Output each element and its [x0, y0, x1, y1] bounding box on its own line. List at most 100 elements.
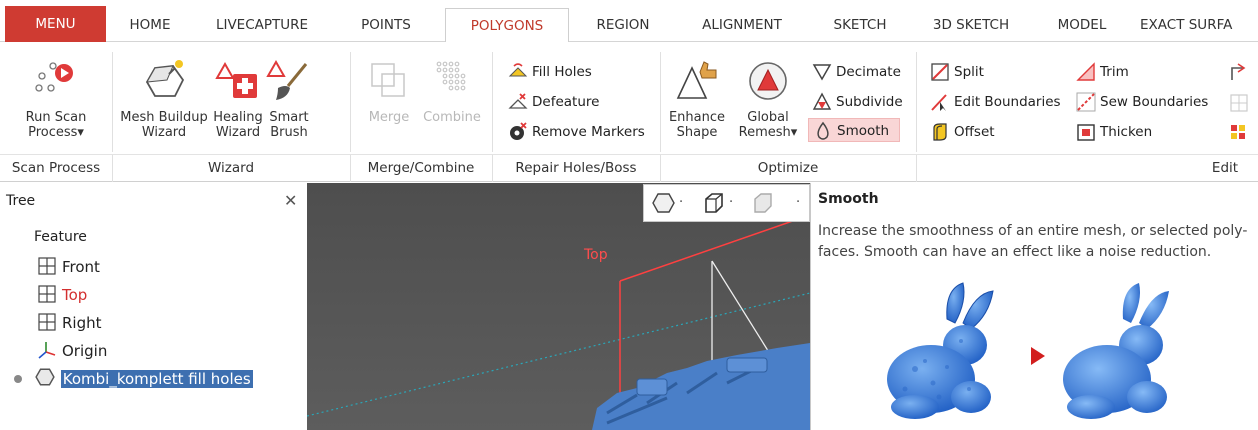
smooth-bunny-image [1063, 283, 1169, 419]
cube-view-icon[interactable] [702, 192, 726, 214]
combine-icon [436, 61, 466, 91]
decimate-label: Decimate [836, 64, 901, 80]
fill-holes-button[interactable]: Fill Holes [504, 60, 592, 84]
offset-icon [933, 123, 947, 141]
group-label-edit: Edit [1211, 160, 1239, 176]
sew-boundaries-label: Sew Boundaries [1100, 94, 1209, 110]
thicken-label: Thicken [1100, 124, 1153, 140]
merge-icon [371, 63, 405, 97]
fill-holes-label: Fill Holes [532, 64, 592, 80]
global-remesh-icon [749, 62, 787, 100]
combine-label: Combine [423, 110, 481, 125]
plane-icon [38, 313, 56, 331]
smart-brush-button[interactable]: Smart Brush [266, 52, 312, 140]
tooltip-description: Increase the smoothness of an entire mes… [818, 223, 1248, 260]
visibility-dot-icon[interactable] [14, 375, 22, 383]
tree-item-origin[interactable]: Origin [38, 339, 107, 363]
subdivide-label: Subdivide [836, 94, 903, 110]
global-remesh-button[interactable]: Global Remesh▾ [730, 52, 806, 140]
tree-item-top[interactable]: Top [38, 283, 87, 307]
enhance-shape-icon [676, 61, 717, 99]
plane-icon [38, 257, 56, 275]
merge-button[interactable]: Merge [356, 52, 422, 125]
tab-menu[interactable]: MENU [5, 6, 106, 42]
offset-button[interactable]: Offset [926, 120, 995, 144]
group-label-scan-process: Scan Process [11, 160, 101, 176]
smart-brush-label-2: Brush [270, 125, 308, 140]
sew-boundaries-icon [1076, 92, 1096, 112]
edit-boundaries-icon [931, 94, 947, 111]
tab-home[interactable]: HOME [122, 8, 178, 42]
healing-wizard-button[interactable]: Healing Wizard [210, 52, 266, 140]
subdivide-button[interactable]: Subdivide [808, 90, 903, 114]
tab-exact-surface[interactable]: EXACT SURFA [1140, 8, 1258, 42]
edit-extra-icon-1[interactable] [1228, 62, 1250, 84]
origin-axes-icon [38, 342, 56, 359]
tab-livecapture[interactable]: LIVECAPTURE [207, 8, 317, 42]
ribbon-group-labels: Scan Process Wizard Merge/Combine Repair… [0, 154, 1258, 182]
tab-polygons[interactable]: POLYGONS [445, 8, 569, 43]
split-button[interactable]: Split [926, 60, 984, 84]
group-label-optimize: Optimize [757, 160, 819, 176]
trim-icon [1076, 62, 1095, 81]
mesh-buildup-wizard-button[interactable]: Mesh Buildup Wizard [118, 52, 210, 140]
tab-region[interactable]: REGION [584, 8, 662, 42]
remove-markers-button[interactable]: Remove Markers [504, 120, 645, 144]
tree-item-right[interactable]: Right [38, 311, 102, 335]
tree-item-front[interactable]: Front [38, 255, 100, 279]
edit-extra-icon-2[interactable] [1228, 92, 1250, 114]
sew-boundaries-button[interactable]: Sew Boundaries [1072, 90, 1208, 114]
mesh-view-icon[interactable] [652, 192, 676, 214]
tree-title: Tree [6, 193, 36, 209]
tab-sketch[interactable]: SKETCH [820, 8, 900, 42]
divider [916, 52, 917, 152]
decimate-button[interactable]: Decimate [808, 60, 901, 84]
shaded-view-icon[interactable] [751, 192, 775, 214]
dropdown-dot-icon[interactable]: . [729, 191, 733, 206]
smooth-icon [817, 121, 829, 140]
defeature-button[interactable]: Defeature [504, 90, 599, 114]
dropdown-dot-icon[interactable]: . [796, 191, 800, 206]
tree-item-label: Front [62, 258, 100, 276]
group-label-merge-combine: Merge/Combine [367, 160, 475, 176]
combine-button[interactable]: Combine [420, 52, 484, 125]
enhance-shape-button[interactable]: Enhance Shape [664, 52, 730, 140]
run-scan-process-button[interactable]: Run Scan Process▾ [16, 52, 96, 140]
feature-header[interactable]: Feature [34, 229, 87, 245]
dropdown-dot-icon[interactable]: . [679, 191, 683, 206]
divider [350, 155, 351, 182]
divider [660, 52, 661, 152]
edit-extra-icon-3[interactable] [1228, 122, 1250, 144]
plane-icon [38, 285, 56, 303]
rough-bunny-image [887, 282, 994, 419]
tab-points[interactable]: POINTS [350, 8, 422, 42]
thicken-button[interactable]: Thicken [1072, 120, 1152, 144]
remove-markers-icon [510, 122, 527, 140]
tab-3d-sketch[interactable]: 3D SKETCH [918, 8, 1024, 42]
divider [916, 155, 917, 182]
plane-label-top: Top [584, 247, 608, 263]
smooth-button[interactable]: Smooth [808, 118, 900, 142]
tree-item-mesh[interactable]: Kombi_komplett fill holes [14, 367, 254, 391]
global-remesh-label-1: Global [747, 110, 789, 125]
close-icon[interactable]: ✕ [284, 191, 297, 210]
tree-item-label: Kombi_komplett fill holes [59, 369, 254, 389]
tree-item-label: Top [62, 286, 88, 304]
enhance-label-2: Shape [676, 125, 718, 140]
divider [492, 52, 493, 152]
trim-label: Trim [1100, 64, 1129, 80]
trim-button[interactable]: Trim [1072, 60, 1129, 84]
merge-label: Merge [368, 110, 410, 125]
tab-model[interactable]: MODEL [1042, 8, 1122, 42]
enhance-label-1: Enhance [668, 110, 726, 125]
edit-boundaries-label: Edit Boundaries [954, 94, 1061, 110]
smart-brush-label-1: Smart [269, 110, 309, 125]
arrow-right-icon [1031, 347, 1045, 365]
mesh-icon [35, 368, 55, 386]
edit-boundaries-button[interactable]: Edit Boundaries [926, 90, 1061, 114]
tree-item-label: Origin [62, 342, 108, 360]
smooth-label: Smooth [837, 123, 890, 139]
tab-alignment[interactable]: ALIGNMENT [682, 8, 802, 42]
view-toolbar: . . . [643, 184, 810, 222]
group-label-wizard: Wizard [207, 160, 255, 176]
